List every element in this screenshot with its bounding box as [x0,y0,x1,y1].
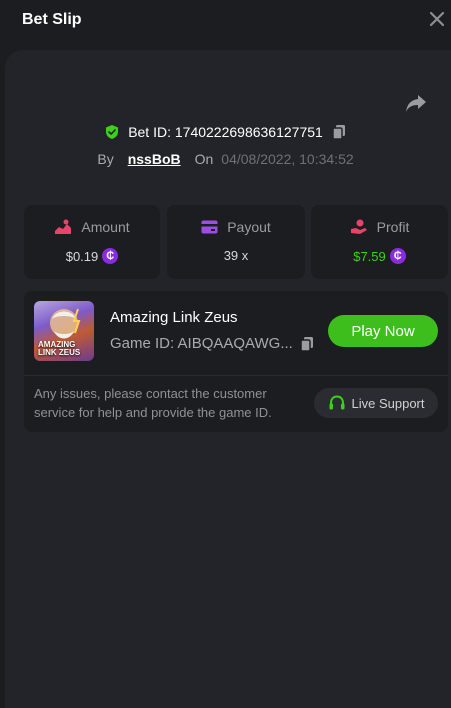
payout-label: Payout [227,219,271,235]
live-support-label: Live Support [351,395,425,411]
support-message: Any issues, please contact the customer … [34,386,272,420]
bet-id-text: Bet ID: 1740222698636127751 [128,124,323,140]
amount-icon [55,219,72,234]
headset-icon [329,395,344,410]
profit-value: $7.59 [353,248,386,264]
header: Bet Slip [0,0,451,50]
divider [24,375,448,376]
share-icon[interactable] [405,93,427,113]
bet-datetime: 04/08/2022, 10:34:52 [221,151,354,167]
live-support-button[interactable]: Live Support [314,388,438,418]
shield-check-icon [106,125,119,139]
profit-label: Profit [376,219,410,235]
game-id-row: Game ID: AIBQAAQAWG... [110,335,315,352]
amount-label: Amount [81,219,130,235]
page-title: Bet Slip [22,11,82,28]
copy-icon[interactable] [299,336,315,352]
play-now-button[interactable]: Play Now [328,315,438,347]
game-card: AMAZING LINK ZEUS Amazing Link Zeus Game… [24,291,448,432]
payout-card: Payout 39 x [167,205,305,279]
profit-card: Profit $7.59 ₵ [311,205,448,279]
game-name: Amazing Link Zeus [110,309,238,326]
by-label: By [97,151,114,167]
game-id-text: Game ID: AIBQAAQAWG... [110,335,293,352]
on-label: On [194,151,214,167]
thumbnail-title: AMAZING LINK ZEUS [38,340,81,357]
amount-card: Amount $0.19 ₵ [24,205,160,279]
username-link[interactable]: nssBoB [128,151,181,167]
currency-coin-icon: ₵ [102,248,119,264]
bet-id-row: Bet ID: 1740222698636127751 [0,122,451,142]
bet-slip-window: Bet Slip Bet ID: 1740222698636127751 By … [0,0,451,708]
copy-icon[interactable] [331,124,347,140]
amount-value: $0.19 [65,248,99,264]
profit-hand-icon [350,219,367,234]
close-icon[interactable] [428,10,446,28]
card-icon [201,220,218,234]
bet-meta-row: By nssBoB On 04/08/2022, 10:34:52 [0,150,451,168]
currency-coin-icon: ₵ [389,248,406,264]
payout-value: 39 x [223,248,249,263]
game-thumbnail[interactable]: AMAZING LINK ZEUS [34,301,94,361]
